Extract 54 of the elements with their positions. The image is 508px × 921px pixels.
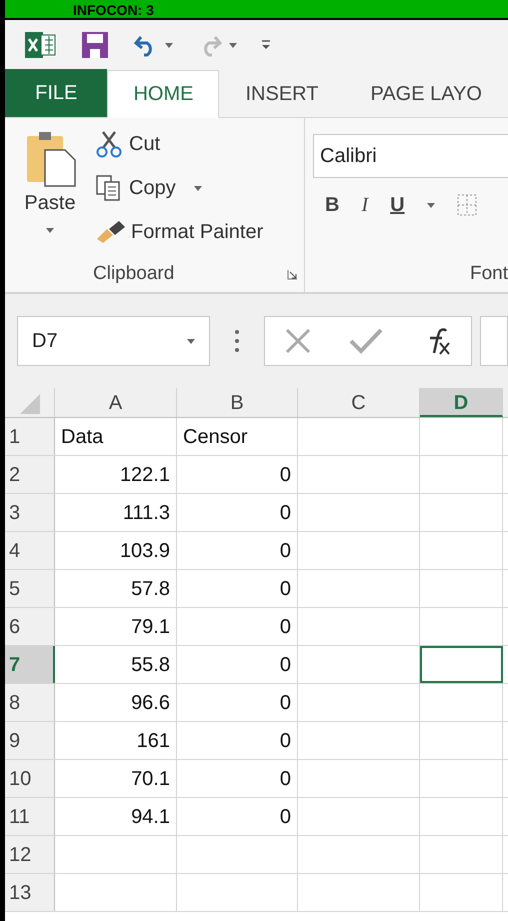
table-cell: 0 [177, 722, 298, 759]
group-label: Font [470, 262, 508, 286]
bold-button[interactable]: B [325, 190, 340, 220]
table-cell: 0 [177, 494, 298, 531]
table-cell: 0 [177, 798, 298, 835]
font-name-field[interactable]: Calibri [313, 134, 508, 178]
row-header[interactable]: 13 [5, 874, 55, 911]
row-header[interactable]: 7 [5, 646, 55, 683]
table-cell: 55.8 [55, 646, 177, 683]
paste-button[interactable]: Paste [5, 126, 95, 256]
table-cell: 0 [177, 608, 298, 645]
table-cell: 79.1 [55, 608, 177, 645]
table-cell: 0 [177, 532, 298, 569]
column-header[interactable]: A [55, 388, 177, 417]
table-cell: 0 [177, 570, 298, 607]
row-header[interactable]: 6 [5, 608, 55, 645]
column-header[interactable]: D [420, 388, 503, 417]
format-painter-button[interactable]: Format Painter [95, 214, 264, 250]
file-tab[interactable]: FILE [5, 69, 108, 117]
table-cell: Censor [177, 418, 298, 455]
copy-button[interactable]: Copy [95, 170, 264, 206]
table-cell: 70.1 [55, 760, 177, 797]
ribbon-tab[interactable]: INSERT [219, 70, 344, 118]
table-cell: 94.1 [55, 798, 177, 835]
table-cell: 0 [177, 456, 298, 493]
table-cell: 122.1 [55, 456, 177, 493]
row-header[interactable]: 11 [5, 798, 55, 835]
table-cell: 161 [55, 722, 177, 759]
row-header[interactable]: 10 [5, 760, 55, 797]
row-header[interactable]: 9 [5, 722, 55, 759]
table-cell: 0 [177, 646, 298, 683]
row-header[interactable]: 3 [5, 494, 55, 531]
table-cell: 57.8 [55, 570, 177, 607]
underline-button[interactable]: U [390, 190, 405, 220]
status-banner: INFOCON: 3 [5, 0, 508, 20]
row-header[interactable]: 2 [5, 456, 55, 493]
row-header[interactable]: 12 [5, 836, 55, 873]
table-cell: 0 [177, 760, 298, 797]
table-cell: 0 [177, 684, 298, 721]
ribbon-tab[interactable]: PAGE LAYO [344, 70, 508, 118]
row-header[interactable]: 4 [5, 532, 55, 569]
row-header[interactable]: 5 [5, 570, 55, 607]
cut-button[interactable]: Cut [95, 126, 264, 162]
group-label: Clipboard [93, 262, 174, 286]
row-header[interactable]: 8 [5, 684, 55, 721]
table-cell: 103.9 [55, 532, 177, 569]
table-cell: Data [55, 418, 177, 455]
ribbon-tab[interactable]: HOME [107, 70, 220, 118]
column-header[interactable]: B [177, 388, 298, 417]
name-box[interactable]: D7 [17, 316, 210, 366]
italic-button[interactable]: I [361, 190, 368, 220]
table-cell: 111.3 [55, 494, 177, 531]
row-header[interactable]: 1 [5, 418, 55, 455]
table-cell: 96.6 [55, 684, 177, 721]
